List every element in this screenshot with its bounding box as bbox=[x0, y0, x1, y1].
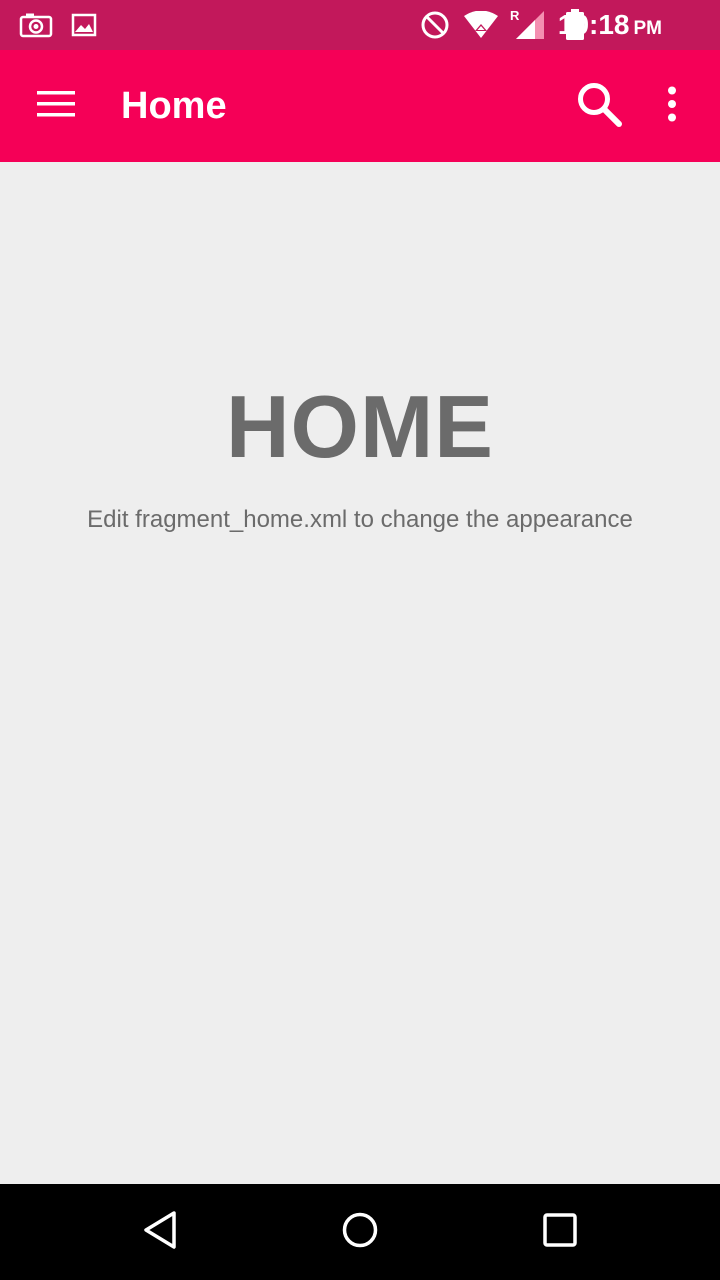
overflow-menu-button[interactable] bbox=[648, 50, 696, 162]
camera-icon bbox=[18, 0, 54, 50]
home-subtitle: Edit fragment_home.xml to change the app… bbox=[87, 506, 633, 533]
navigation-bar bbox=[0, 1184, 720, 1280]
recents-button[interactable] bbox=[500, 1184, 620, 1280]
recents-icon bbox=[543, 1212, 577, 1252]
home-icon bbox=[341, 1211, 379, 1254]
status-time-value: 10:18 bbox=[557, 9, 630, 40]
search-icon bbox=[575, 80, 623, 133]
status-bar: R 10:18 PM bbox=[0, 0, 720, 50]
status-time: 10:18 PM bbox=[558, 0, 662, 50]
home-heading: HOME bbox=[226, 377, 494, 476]
image-icon bbox=[70, 0, 98, 50]
more-vert-icon bbox=[667, 86, 677, 127]
cellular-signal-icon bbox=[512, 0, 546, 50]
page-title: Home bbox=[121, 85, 227, 127]
search-button[interactable] bbox=[566, 50, 632, 162]
do-not-disturb-icon bbox=[418, 0, 452, 50]
menu-icon bbox=[37, 90, 75, 123]
home-button[interactable] bbox=[300, 1184, 420, 1280]
app-bar: Home bbox=[0, 50, 720, 162]
back-icon bbox=[142, 1210, 178, 1255]
back-button[interactable] bbox=[100, 1184, 220, 1280]
wifi-icon bbox=[462, 0, 500, 50]
status-time-ampm: PM bbox=[633, 18, 663, 39]
main-content: HOME Edit fragment_home.xml to change th… bbox=[0, 162, 720, 1184]
menu-button[interactable] bbox=[20, 50, 92, 162]
